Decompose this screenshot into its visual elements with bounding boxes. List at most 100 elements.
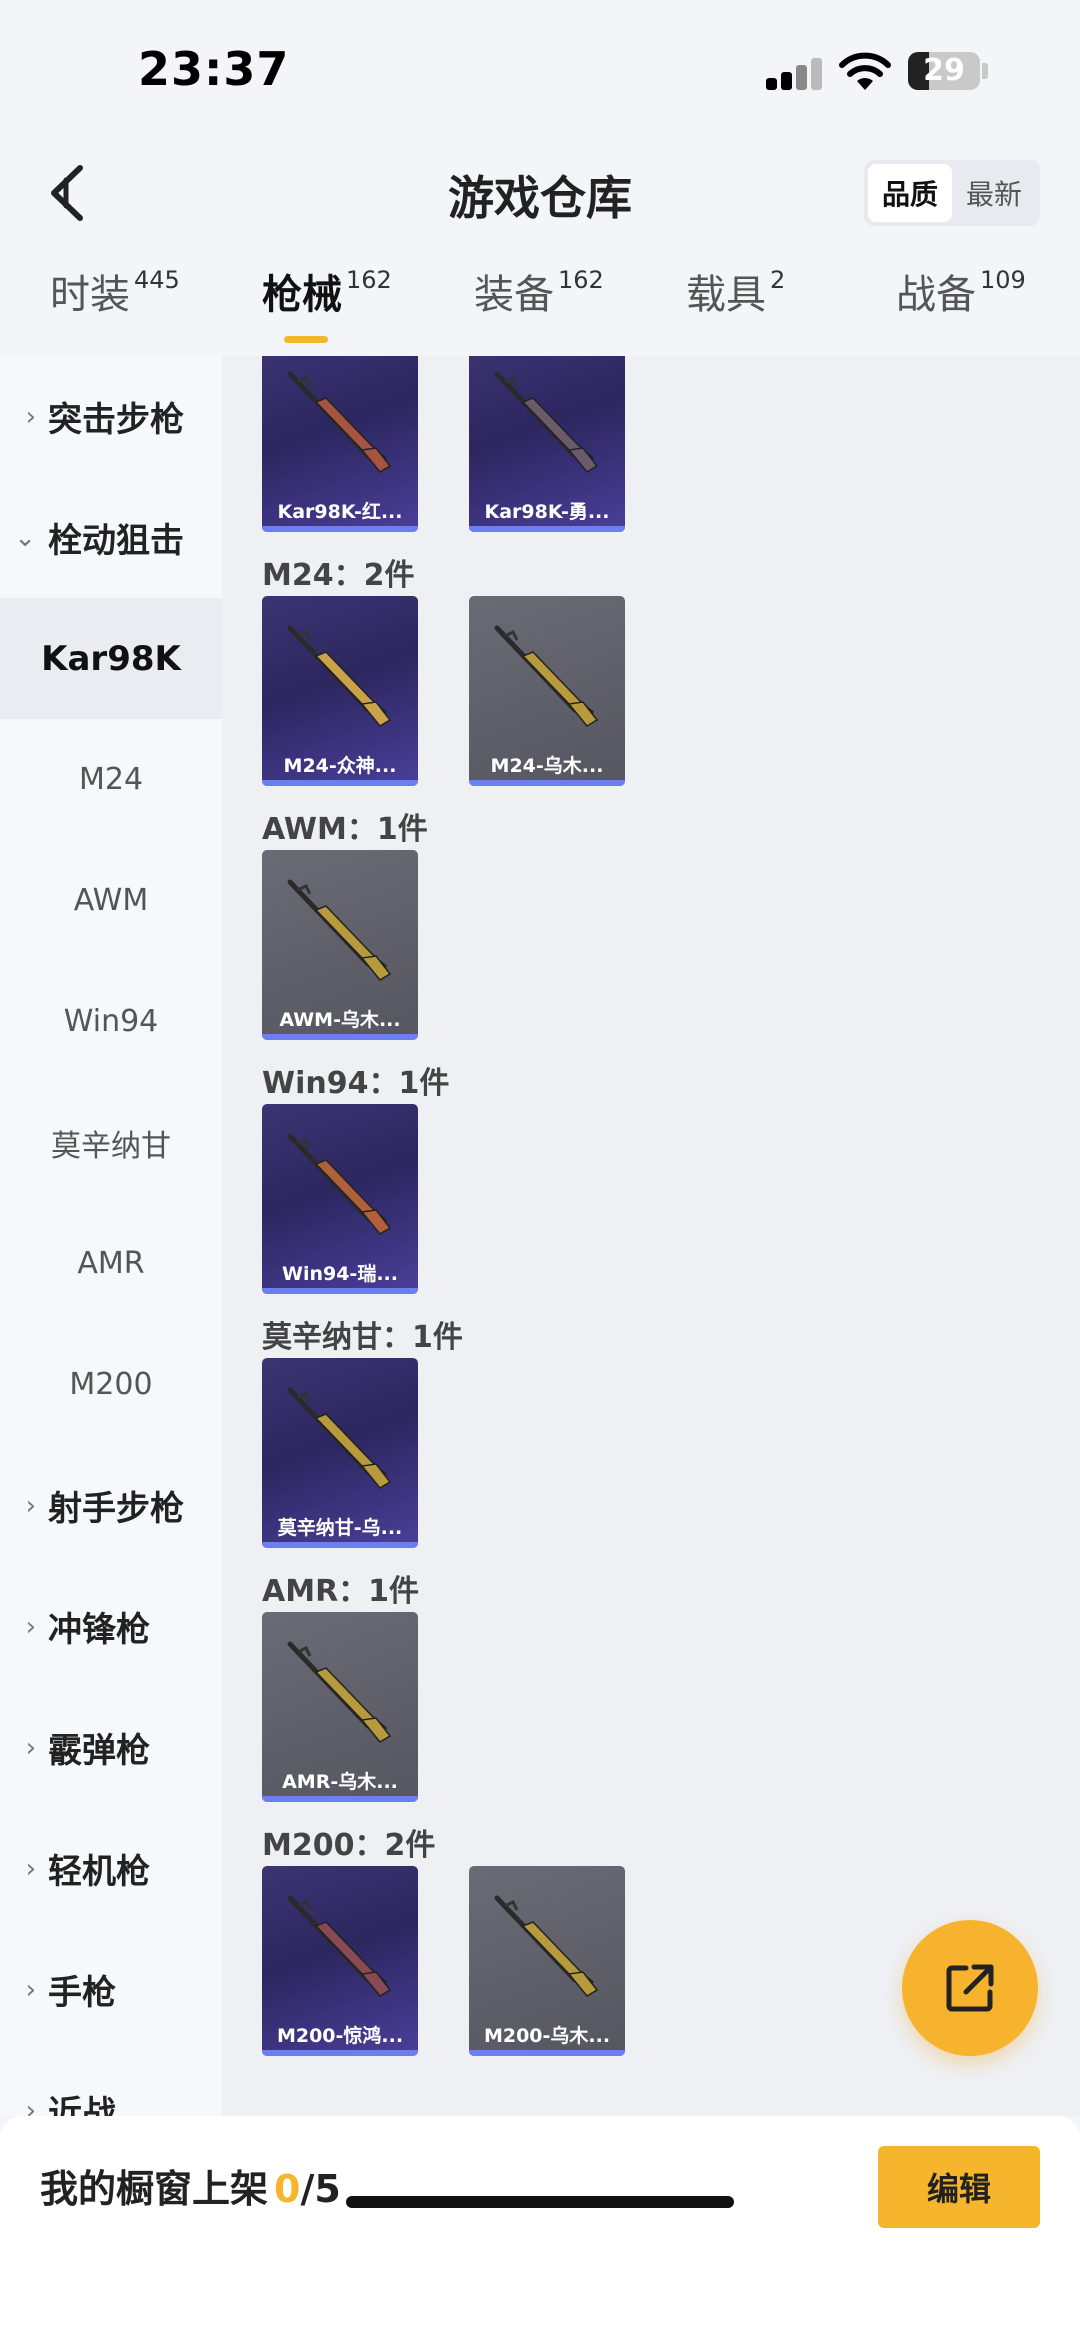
weapon-card-name: M200-乌木... (483, 2025, 611, 2047)
sidebar-item-pistol[interactable]: › 手枪 (0, 1929, 222, 2050)
tab-equipment[interactable]: 装备 162 (474, 262, 604, 354)
sidebar-item-m200[interactable]: M200 (0, 1324, 222, 1445)
sidebar-item-label: AWM (73, 883, 149, 918)
showcase-current-count: 0 (274, 2167, 301, 2211)
page-header: 游戏仓库 品质 最新 (0, 140, 1080, 250)
rifle-icon (287, 1895, 392, 1997)
rifle-icon (287, 625, 392, 727)
sidebar-item-label: 栓动狙击 (48, 521, 184, 561)
sort-option-quality[interactable]: 品质 (868, 164, 952, 222)
section-header: AMR：1件 (262, 1574, 420, 1609)
sidebar-item-amr[interactable]: AMR (0, 1203, 222, 1324)
weapon-card-name: M24-乌木... (490, 755, 604, 777)
status-bar: 23:37 29 (0, 0, 1080, 140)
sidebar-item-kar98k[interactable]: Kar98K (0, 598, 222, 719)
section-header: AWM：1件 (262, 812, 428, 847)
weapon-card[interactable]: M200-乌木... (469, 1866, 625, 2056)
tab-count: 445 (134, 266, 180, 294)
sidebar-item-dmr[interactable]: › 射手步枪 (0, 1445, 222, 1566)
status-time: 23:37 (138, 42, 290, 96)
sidebar-item-label: 手枪 (48, 1973, 116, 2013)
showcase-status: 我的橱窗上架 0/5 (40, 2158, 341, 2213)
rarity-bar (262, 1288, 418, 1294)
weapon-card-name: AMR-乌木... (282, 1771, 398, 1793)
sidebar-item-m24[interactable]: M24 (0, 719, 222, 840)
weapon-card[interactable]: M24-乌木... (469, 596, 625, 786)
tab-fashion[interactable]: 时装 445 (50, 262, 180, 354)
sidebar-item-label: Kar98K (41, 638, 181, 679)
rifle-icon (287, 1387, 392, 1489)
chevron-right-icon: › (25, 2095, 36, 2117)
rarity-bar (469, 780, 625, 786)
rifle-icon (287, 1133, 392, 1235)
share-external-icon (946, 1964, 994, 2012)
tab-vehicles[interactable]: 载具 2 (686, 262, 785, 354)
chevron-right-icon: › (25, 1974, 36, 2005)
sidebar-item-lmg[interactable]: › 轻机枪 (0, 1808, 222, 1929)
tab-count: 2 (770, 266, 786, 294)
sidebar-item-melee[interactable]: › 近战 (0, 2050, 222, 2116)
weapon-card-name: Kar98K-勇... (484, 501, 610, 523)
wifi-icon (839, 52, 891, 90)
weapon-card[interactable]: M24-众神... (262, 596, 418, 786)
battery-icon: 29 (908, 52, 980, 90)
weapon-card[interactable]: 莫辛纳甘-乌... (262, 1358, 418, 1548)
sidebar-item-label: 近战 (48, 2094, 116, 2116)
sidebar-item-shotgun[interactable]: › 霰弹枪 (0, 1687, 222, 1808)
sidebar-item-awm[interactable]: AWM (0, 840, 222, 961)
chevron-right-icon: › (25, 1611, 36, 1642)
category-tabs: 时装 445 枪械 162 装备 162 载具 2 战备 109 (0, 262, 1080, 354)
section-header: Win94：1件 (262, 1066, 450, 1101)
edit-button[interactable]: 编辑 (878, 2146, 1040, 2228)
sidebar-item-smg[interactable]: › 冲锋枪 (0, 1566, 222, 1687)
tab-label: 载具 (686, 272, 766, 318)
rifle-icon (494, 1895, 599, 1997)
chevron-right-icon: › (25, 1853, 36, 1884)
weapon-card-name: M200-惊鸿... (276, 2025, 404, 2047)
tab-guns[interactable]: 枪械 162 (262, 262, 392, 354)
sidebar-item-label: 冲锋枪 (48, 1610, 150, 1650)
sidebar-item-label: Win94 (63, 1004, 159, 1039)
sidebar-item-label: 突击步枪 (48, 400, 184, 440)
sidebar-item-label: M200 (69, 1367, 153, 1402)
weapon-card[interactable]: M200-惊鸿... (262, 1866, 418, 2056)
sidebar-item-label: AMR (77, 1246, 145, 1281)
weapon-card[interactable]: Kar98K-红... (262, 356, 418, 532)
weapon-card-name: Win94-瑞... (282, 1263, 398, 1285)
rarity-bar (262, 780, 418, 786)
sort-toggle: 品质 最新 (864, 160, 1040, 226)
battery-tip (982, 63, 988, 79)
tab-supplies[interactable]: 战备 109 (896, 262, 1026, 354)
showcase-label: 我的橱窗上架 (40, 2167, 269, 2211)
sidebar-item-label: 霰弹枪 (48, 1731, 150, 1771)
weapon-card[interactable]: Kar98K-勇... (469, 356, 625, 532)
weapon-card[interactable]: AMR-乌木... (262, 1612, 418, 1802)
tab-count: 109 (980, 266, 1026, 294)
weapon-card-name: Kar98K-红... (277, 501, 403, 523)
battery-percent: 29 (923, 53, 965, 88)
tab-label: 战备 (896, 272, 976, 318)
sidebar-item-label: M24 (78, 762, 144, 797)
sidebar-item-win94[interactable]: Win94 (0, 961, 222, 1082)
rifle-icon (287, 879, 392, 981)
showcase-total-count: /5 (300, 2167, 341, 2211)
tab-label: 枪械 (262, 272, 342, 318)
weapon-card[interactable]: AWM-乌木... (262, 850, 418, 1040)
share-button[interactable] (902, 1920, 1038, 2056)
cellular-signal-icon (766, 58, 824, 90)
tab-count: 162 (558, 266, 604, 294)
chevron-right-icon: › (25, 1732, 36, 1763)
home-indicator[interactable] (346, 2196, 734, 2208)
rifle-icon (494, 625, 599, 727)
sidebar-item-label: 莫辛纳甘 (51, 1128, 171, 1164)
rarity-bar (469, 2050, 625, 2056)
chevron-down-icon: ⌄ (14, 522, 36, 553)
sidebar-item-mosin[interactable]: 莫辛纳甘 (0, 1082, 222, 1203)
sidebar-item-bolt-sniper[interactable]: ⌄ 栓动狙击 (0, 477, 222, 598)
weapon-card[interactable]: Win94-瑞... (262, 1104, 418, 1294)
sidebar-item-assault-rifle[interactable]: › 突击步枪 (0, 356, 222, 477)
rarity-bar (262, 2050, 418, 2056)
sidebar-item-label: 轻机枪 (48, 1852, 150, 1892)
showcase-bar: 我的橱窗上架 0/5 编辑 (0, 2116, 1080, 2341)
sort-option-newest[interactable]: 最新 (952, 164, 1036, 222)
